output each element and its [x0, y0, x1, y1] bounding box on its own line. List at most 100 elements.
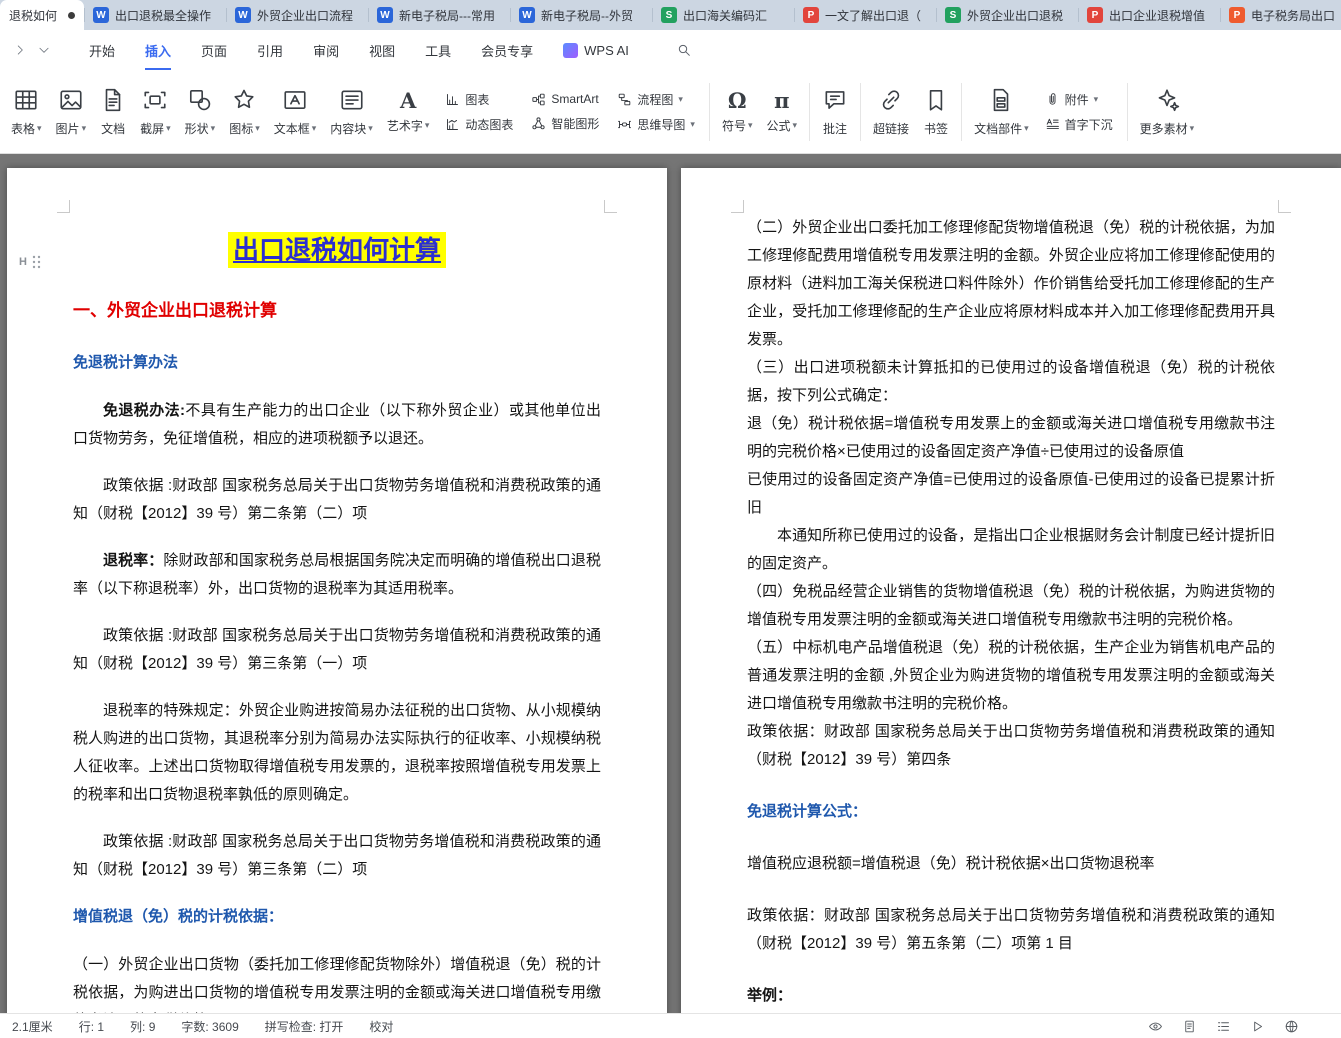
sub-heading-p2-9[interactable]: 免退税计算公式：: [747, 798, 1275, 826]
toolbar-hyperlink-button[interactable]: 超链接: [866, 75, 916, 149]
toolbar-label: 图标▾: [229, 120, 260, 137]
toolbar-chart-button[interactable]: 图表: [445, 91, 513, 108]
menu-tab-view[interactable]: 视图: [354, 30, 410, 70]
ribbon-menubar: 开始插入页面引用审阅视图工具会员专享 WPS AI: [0, 30, 1341, 70]
document-tab-doc-5[interactable]: W新电子税局--外贸: [510, 0, 652, 30]
sub-heading-p1-3[interactable]: 免退税计算办法: [73, 349, 601, 377]
paragraph-p2-11[interactable]: 政策依据：财政部 国家税务总局关于出口货物劳务增值税和消费税政策的通知（财税【2…: [747, 902, 1275, 958]
toolbar-screenshot-button[interactable]: 截屏▾: [133, 75, 178, 149]
document-tab-doc-7[interactable]: P一文了解出口退（: [794, 0, 936, 30]
menu-tab-insert[interactable]: 插入: [130, 30, 186, 70]
status-column[interactable]: 列: 9: [130, 1018, 155, 1035]
outline-view-icon[interactable]: [1216, 1019, 1231, 1034]
ribbon-toolbar: 表格▾图片▾文档截屏▾形状▾ 图标▾ 文本框▾ 内容块▾A艺术字▾ 图表动态图表 Smar…: [0, 70, 1341, 154]
document-tab-doc-9[interactable]: P出口企业退税增值: [1078, 0, 1220, 30]
document-page-2: （二）外贸企业出口委托加工修理修配货物增值税退（免）税的计税依据，为加工修理修配…: [681, 168, 1341, 1013]
menu-tab-wps-ai[interactable]: WPS AI: [548, 30, 644, 70]
toolbar-label: 文本框▾: [274, 120, 317, 137]
toolbar-table-button[interactable]: 表格▾: [4, 75, 49, 149]
toolbar-picture-button[interactable]: 图片▾: [49, 75, 94, 149]
chevron-down-icon[interactable]: [32, 38, 56, 62]
paragraph-p2-7[interactable]: （五）中标机电产品增值税退（免）税的计税依据，生产企业为销售机电产品的普通发票注…: [747, 634, 1275, 718]
toolbar-textbox-button[interactable]: 文本框▾: [267, 75, 324, 149]
toolbar-formula-button[interactable]: π公式▾: [760, 75, 805, 149]
web-layout-icon[interactable]: [1284, 1019, 1299, 1034]
toolbar-more-materials-button[interactable]: 更多素材▾: [1133, 75, 1202, 149]
status-word-count[interactable]: 字数: 3609: [181, 1018, 238, 1035]
paragraph-drag-handle[interactable]: H: [19, 254, 42, 270]
section-heading-p1-2[interactable]: 一、外贸企业出口退税计算: [73, 297, 601, 325]
document-tab-doc-10[interactable]: P电子税务局出口: [1220, 0, 1341, 30]
status-proofread[interactable]: 校对: [369, 1018, 393, 1035]
toolbar-doc-parts-button[interactable]: 文档部件▾: [967, 75, 1036, 149]
paragraph-p1-5[interactable]: 政策依据 :财政部 国家税务总局关于出口货物劳务增值税和消费税政策的通知（财税【…: [73, 472, 601, 528]
paragraph-p2-5[interactable]: 本通知所称已使用过的设备，是指出口企业根据财务会计制度已经计提折旧的固定资产。: [747, 522, 1275, 578]
toolbar-flowchart-button[interactable]: 流程图▾: [617, 91, 695, 108]
toolbar-smartart-button[interactable]: SmartArt: [531, 92, 599, 107]
menu-tab-member[interactable]: 会员专享: [466, 30, 548, 70]
toolbar-content-block-button[interactable]: 内容块▾: [323, 75, 380, 149]
document-tab-doc-2[interactable]: W出口退税最全操作: [84, 0, 226, 30]
paragraph-p1-9[interactable]: 政策依据 :财政部 国家税务总局关于出口货物劳务增值税和消费税政策的通知（财税【…: [73, 828, 601, 884]
page-view-icon[interactable]: [1182, 1019, 1197, 1034]
paragraph-p2-10[interactable]: 增值税应退税额=增值税退（免）税计税依据×出口货物退税率: [747, 850, 1275, 878]
paragraph-p2-2[interactable]: （三）出口进项税额未计算抵扣的已使用过的设备增值税退（免）税的计税依据，按下列公…: [747, 354, 1275, 410]
menu-tab-label: 会员专享: [481, 41, 533, 60]
toolbar-wordart-button[interactable]: A艺术字▾: [380, 75, 437, 149]
bookmark-icon: [923, 86, 949, 114]
dropdown-caret-icon: ▾: [690, 120, 695, 129]
status-line[interactable]: 行: 1: [79, 1018, 104, 1035]
paragraph-p2-6[interactable]: （四）免税品经营企业销售的货物增值税退（免）税的计税依据，为购进货物的增值税专用…: [747, 578, 1275, 634]
toolbar-smart-graphic-button[interactable]: 智能图形: [531, 115, 599, 132]
tab-title: 出口企业退税增值: [1109, 7, 1211, 24]
toolbar-shapes-button[interactable]: 形状▾: [178, 75, 223, 149]
more-materials-icon: [1154, 86, 1180, 114]
status-spellcheck[interactable]: 拼写检查: 打开: [265, 1018, 344, 1035]
shapes-icon: [187, 86, 213, 114]
toolbar-comment-button[interactable]: 批注: [815, 75, 855, 149]
page-2-text-area[interactable]: （二）外贸企业出口委托加工修理修配货物增值税退（免）税的计税依据，为加工修理修配…: [747, 214, 1275, 1010]
toolbar-document-button[interactable]: 文档: [93, 75, 133, 149]
paragraph-p2-3[interactable]: 退（免）税计税依据=增值税专用发票上的金额或海关进口增值税专用缴款书注明的完税价…: [747, 410, 1275, 466]
menu-tab-tools[interactable]: 工具: [410, 30, 466, 70]
toolbar-separator: [809, 83, 810, 141]
document-tab-doc-8[interactable]: S外贸企业出口退税: [936, 0, 1078, 30]
paragraph-p1-8[interactable]: 退税率的特殊规定：外贸企业购进按简易办法征税的出口货物、从小规模纳税人购进的出口…: [73, 697, 601, 809]
document-tab-doc-4[interactable]: W新电子税局---常用: [368, 0, 510, 30]
document-tab-doc-6[interactable]: S出口海关编码汇: [652, 0, 794, 30]
menu-tab-reference[interactable]: 引用: [242, 30, 298, 70]
menu-tab-review[interactable]: 审阅: [298, 30, 354, 70]
file-type-w-icon: W: [519, 7, 535, 23]
toolbar-attachment-button[interactable]: 附件▾: [1045, 91, 1113, 108]
toolbar-symbol-button[interactable]: Ω符号▾: [715, 75, 760, 149]
paragraph-p1-7[interactable]: 政策依据 :财政部 国家税务总局关于出口货物劳务增值税和消费税政策的通知（财税【…: [73, 622, 601, 678]
toolbar-bookmark-button[interactable]: 书签: [916, 75, 956, 149]
page-1-text-area[interactable]: 出口退税如何计算一、外贸企业出口退税计算免退税计算办法免退税办法:不具有生产能力…: [73, 230, 601, 1013]
document-title-p1-1[interactable]: 出口退税如何计算: [73, 230, 601, 275]
chevron-right-icon[interactable]: [8, 38, 32, 62]
sub-heading-p1-10[interactable]: 增值税退（免）税的计税依据：: [73, 903, 601, 931]
paragraph-p2-8[interactable]: 政策依据：财政部 国家税务总局关于出口货物劳务增值税和消费税政策的通知（财税【2…: [747, 718, 1275, 774]
document-tab-doc-3[interactable]: W外贸企业出口流程: [226, 0, 368, 30]
toolbar-mindmap-button[interactable]: 思维导图▾: [617, 116, 695, 133]
paragraph-p2-1[interactable]: （二）外贸企业出口委托加工修理修配货物增值税退（免）税的计税依据，为加工修理修配…: [747, 214, 1275, 354]
eye-protection-icon[interactable]: [1148, 1019, 1163, 1034]
paragraph-p2-4[interactable]: 已使用过的设备固定资产净值=已使用过的设备原值-已使用过的设备已提累计折旧: [747, 466, 1275, 522]
toolbar-dynamic-chart-button[interactable]: 动态图表: [445, 116, 513, 133]
file-type-w-icon: W: [93, 7, 109, 23]
toolbar-drop-cap-button[interactable]: 首字下沉: [1045, 116, 1113, 133]
paragraph-p1-11[interactable]: （一）外贸企业出口货物（委托加工修理修配货物除外）增值税退（免）税的计税依据，为…: [73, 951, 601, 1013]
menu-tab-start[interactable]: 开始: [74, 30, 130, 70]
search-icon[interactable]: [672, 38, 696, 62]
drop-cap-icon: [1045, 117, 1060, 132]
paragraph-p1-4[interactable]: 免退税办法:不具有生产能力的出口企业（以下称外贸企业）或其他单位出口货物劳务，免…: [73, 397, 601, 453]
play-icon[interactable]: [1250, 1019, 1265, 1034]
menu-tab-page[interactable]: 页面: [186, 30, 242, 70]
toolbar-icon-library-button[interactable]: 图标▾: [222, 75, 267, 149]
toolbar-label: 更多素材▾: [1140, 120, 1195, 137]
document-tab-current[interactable]: 退税如何（: [0, 0, 84, 30]
paragraph-p2-12[interactable]: 举例：: [747, 982, 1275, 1010]
dropdown-caret-icon: ▾: [37, 124, 42, 133]
toolbar-label: 图表: [465, 91, 489, 108]
paragraph-p1-6[interactable]: 退税率：除财政部和国家税务总局根据国务院决定而明确的增值税出口退税率（以下称退税…: [73, 547, 601, 603]
